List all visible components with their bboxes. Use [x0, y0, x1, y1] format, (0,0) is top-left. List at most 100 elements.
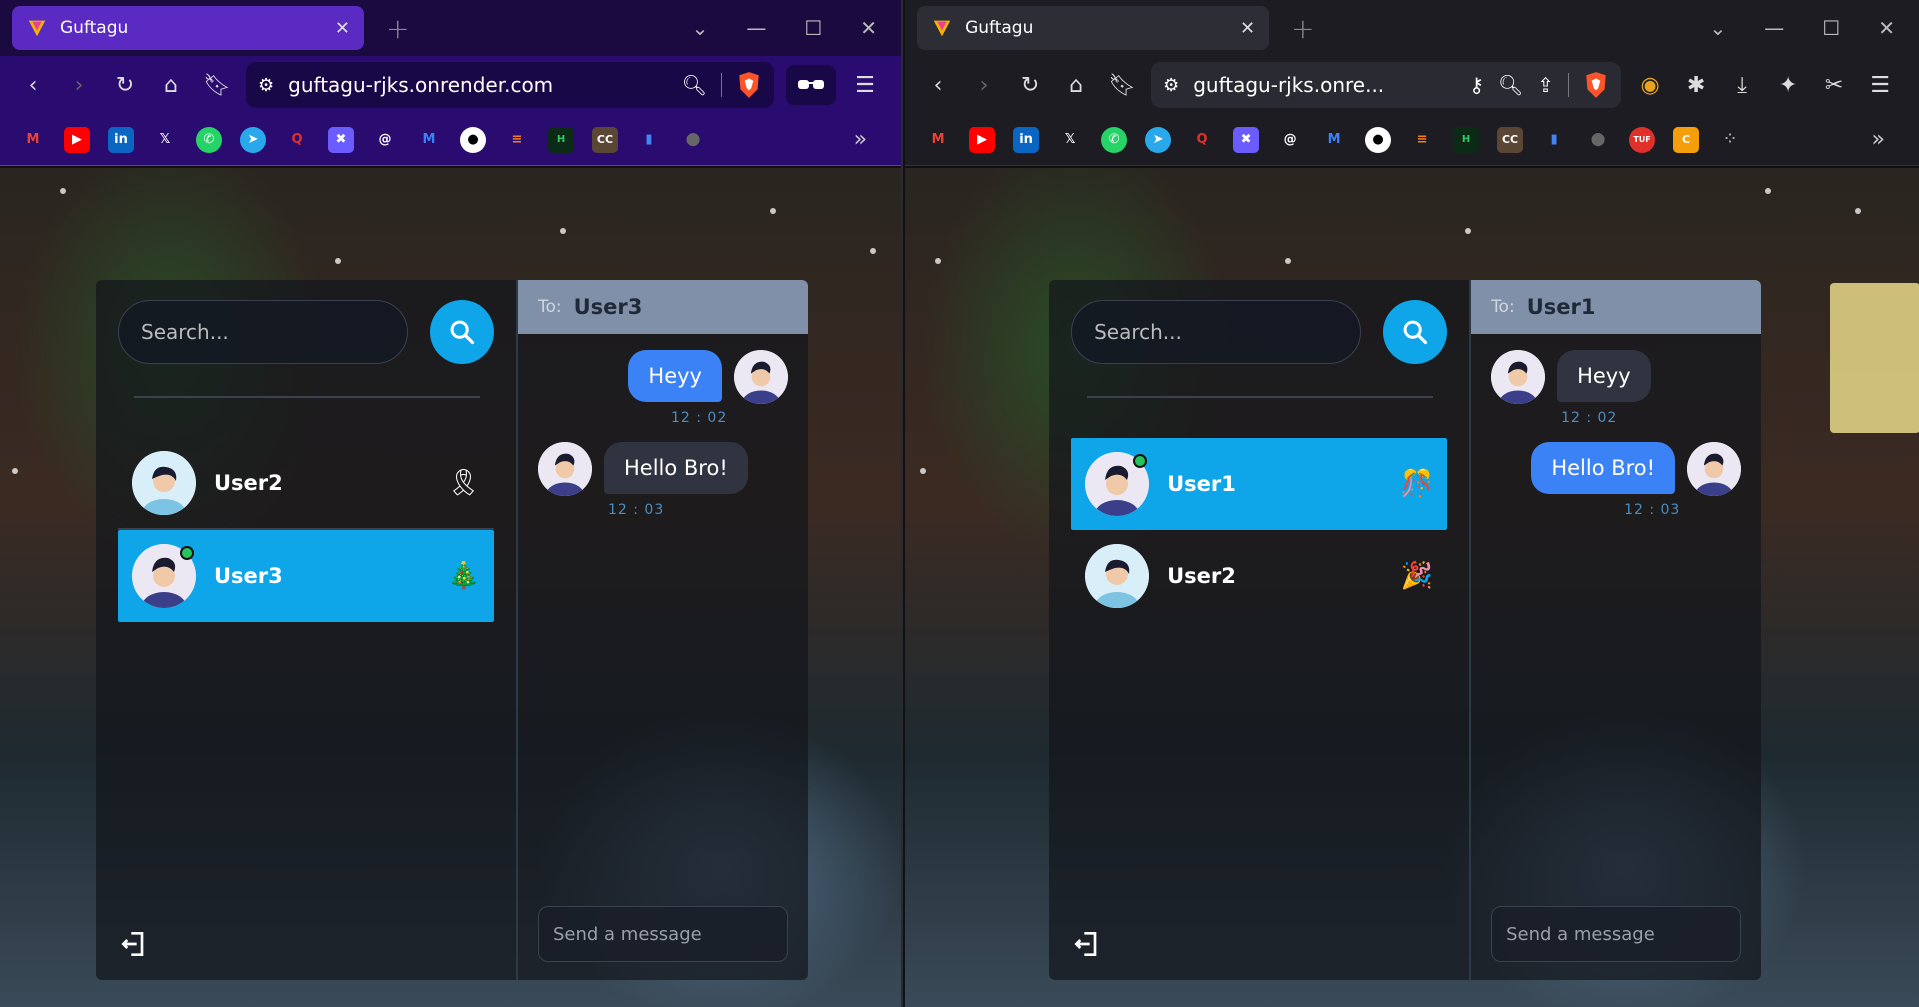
home-button[interactable]: ⌂ [1059, 68, 1093, 102]
tab-list-chevron-icon[interactable]: ⌄ [692, 16, 709, 40]
maximize-button[interactable]: ☐ [804, 16, 822, 40]
youtube-bookmark-icon[interactable]: ▶ [969, 126, 996, 153]
sidebar-divider [134, 396, 480, 398]
gmail-bookmark-icon[interactable]: M [925, 127, 951, 153]
bookmark-button[interactable]: 🔖︎ [200, 68, 234, 102]
github-bookmark-icon[interactable]: ● [1365, 126, 1392, 153]
menu-icon[interactable]: ☰ [848, 68, 882, 102]
hackerrank-bookmark-icon[interactable]: H [1453, 126, 1480, 153]
threads-bookmark-icon[interactable]: @ [1277, 127, 1303, 153]
close-window-button[interactable]: ✕ [860, 16, 877, 40]
youtube-bookmark-icon[interactable]: ▶ [64, 126, 90, 153]
avatar [734, 350, 788, 404]
more-bookmarks-icon[interactable]: » [1872, 127, 1885, 152]
threads-bookmark-icon[interactable]: @ [372, 127, 398, 153]
linkedin-bookmark-icon[interactable]: in [108, 126, 134, 153]
rewards-icon[interactable]: ◉ [1633, 68, 1667, 102]
close-window-button[interactable]: ✕ [1878, 16, 1895, 40]
url-text[interactable]: guftagu-rjks.onrender.com [288, 73, 667, 97]
site-settings-icon[interactable]: ⚙︎ [1163, 75, 1179, 96]
search-input[interactable] [1071, 300, 1362, 364]
contact-item[interactable]: User2 🎉 [1071, 530, 1447, 622]
whatsapp-bookmark-icon[interactable]: ✆ [196, 126, 222, 153]
site-settings-icon[interactable]: ⚙︎ [258, 75, 274, 96]
zoom-icon[interactable]: 🔍︎ [1498, 73, 1523, 97]
dots-bookmark-icon[interactable]: ⁘ [1717, 127, 1743, 153]
mdn-bookmark-icon[interactable]: M [416, 127, 442, 153]
x-bookmark-icon[interactable]: 𝕏 [152, 127, 178, 153]
contact-emoji: 🎄 [447, 561, 480, 591]
contact-item-active[interactable]: User3 🎄 [118, 530, 494, 622]
search-input[interactable] [118, 300, 408, 364]
tools-icon[interactable]: ✂ [1817, 68, 1851, 102]
window-light [1830, 283, 1919, 433]
hackerrank-bookmark-icon[interactable]: H [548, 126, 574, 153]
reader-mode-button[interactable] [786, 65, 836, 105]
url-text[interactable]: guftagu-rjks.onre... [1193, 73, 1455, 97]
gmail-bookmark-icon[interactable]: M [20, 127, 46, 153]
tab-list-chevron-icon[interactable]: ⌄ [1710, 16, 1727, 40]
brave-shield-icon[interactable] [736, 71, 762, 99]
codingninja-bookmark-icon[interactable]: C [1673, 126, 1700, 153]
stackoverflow-bookmark-icon[interactable]: ≡ [1409, 127, 1435, 153]
cc-bookmark-icon[interactable]: CC [592, 126, 618, 153]
nav-bar: ‹ › ↻ ⌂ 🔖︎ ⚙︎ guftagu-rjks.onre... ⚷ 🔍︎ … [905, 56, 1919, 114]
message-input[interactable] [1506, 923, 1732, 945]
minimize-button[interactable]: — [746, 16, 766, 40]
brave-shield-icon[interactable] [1583, 71, 1609, 99]
tab-close-icon[interactable]: ✕ [335, 18, 350, 39]
misc-bookmark-icon[interactable]: ⬤ [680, 127, 706, 153]
logout-icon[interactable] [1071, 928, 1103, 960]
contact-item-active[interactable]: User1 🎊 [1071, 438, 1448, 530]
snowflake [1285, 258, 1292, 264]
whatsapp-bookmark-icon[interactable]: ✆ [1101, 126, 1128, 153]
forward-button[interactable]: › [62, 68, 96, 102]
menu-icon[interactable]: ☰ [1863, 68, 1897, 102]
address-bar[interactable]: ⚙︎ guftagu-rjks.onre... ⚷ 🔍︎ ⇪ [1151, 62, 1622, 108]
tab-close-icon[interactable]: ✕ [1240, 18, 1255, 39]
more-bookmarks-icon[interactable]: » [854, 127, 867, 152]
search-button[interactable] [430, 300, 494, 364]
download-icon[interactable]: ⤓ [1725, 68, 1759, 102]
telegram-bookmark-icon[interactable]: ➤ [240, 126, 266, 153]
message-input[interactable] [553, 923, 778, 945]
reload-button[interactable]: ↻ [1013, 68, 1047, 102]
new-tab-button[interactable]: + [386, 12, 409, 45]
search-button[interactable] [1383, 300, 1448, 364]
leo-ai-icon[interactable]: ✦ [1771, 68, 1805, 102]
tuf-bookmark-icon[interactable]: TUF [1629, 126, 1656, 153]
home-button[interactable]: ⌂ [154, 68, 188, 102]
key-icon[interactable]: ⚷ [1469, 73, 1484, 97]
quora-bookmark-icon[interactable]: Q [284, 127, 310, 153]
misc-bookmark-icon[interactable]: ⬤ [1585, 127, 1611, 153]
mdn-bookmark-icon[interactable]: M [1321, 127, 1347, 153]
tool-bookmark-icon[interactable]: ✖ [328, 126, 354, 153]
telegram-bookmark-icon[interactable]: ➤ [1145, 126, 1172, 153]
github-bookmark-icon[interactable]: ● [460, 126, 486, 153]
analytics-bookmark-icon[interactable]: ▮ [636, 127, 662, 153]
browser-tab[interactable]: Guftagu ✕ [12, 6, 364, 50]
bookmarks-bar: M ▶ in 𝕏 ✆ ➤ Q ✖ @ M ● ≡ H CC ▮ ⬤ » [0, 114, 902, 166]
contact-item[interactable]: User2 🎗 [118, 438, 494, 530]
maximize-button[interactable]: ☐ [1822, 16, 1840, 40]
minimize-button[interactable]: — [1764, 16, 1784, 40]
x-bookmark-icon[interactable]: 𝕏 [1057, 127, 1083, 153]
tool-bookmark-icon[interactable]: ✖ [1233, 126, 1260, 153]
cc-bookmark-icon[interactable]: CC [1497, 126, 1524, 153]
stackoverflow-bookmark-icon[interactable]: ≡ [504, 127, 530, 153]
reload-button[interactable]: ↻ [108, 68, 142, 102]
back-button[interactable]: ‹ [921, 68, 955, 102]
back-button[interactable]: ‹ [16, 68, 50, 102]
bookmark-button[interactable]: 🔖︎ [1105, 68, 1139, 102]
analytics-bookmark-icon[interactable]: ▮ [1541, 127, 1567, 153]
extensions-icon[interactable]: ✱ [1679, 68, 1713, 102]
share-icon[interactable]: ⇪ [1537, 73, 1554, 97]
forward-button[interactable]: › [967, 68, 1001, 102]
new-tab-button[interactable]: + [1291, 12, 1314, 45]
quora-bookmark-icon[interactable]: Q [1189, 127, 1215, 153]
browser-tab[interactable]: Guftagu ✕ [917, 6, 1270, 50]
address-bar[interactable]: ⚙︎ guftagu-rjks.onrender.com 🔍︎ [246, 62, 774, 108]
zoom-icon[interactable]: 🔍︎ [682, 73, 707, 97]
logout-icon[interactable] [118, 928, 150, 960]
linkedin-bookmark-icon[interactable]: in [1013, 126, 1040, 153]
